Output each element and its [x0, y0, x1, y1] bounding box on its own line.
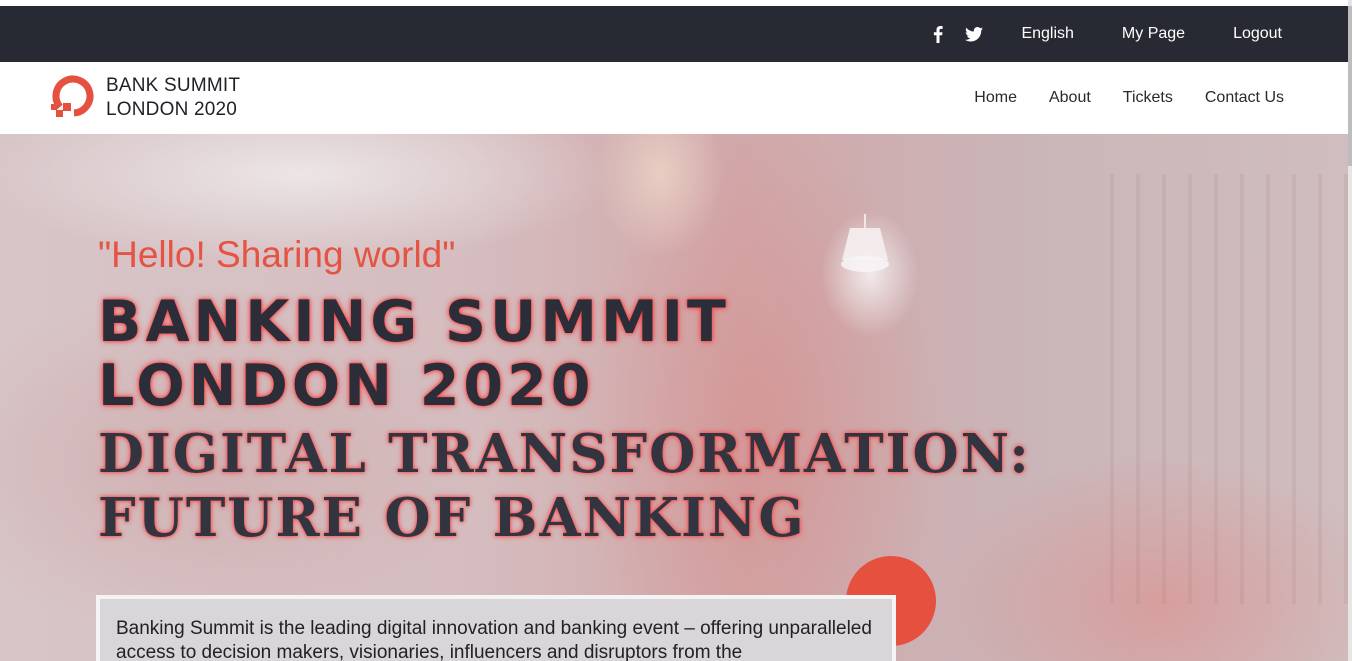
hero-subheadline: DIGITAL TRANSFORMATION: FUTURE OF BANKIN… [98, 422, 1198, 550]
hero-headline-line1: BANKING SUMMIT [98, 289, 730, 355]
hero-headline: BANKING SUMMIT LONDON 2020 [98, 290, 1058, 418]
logout-link[interactable]: Logout [1233, 25, 1282, 43]
hero-headline-line2: LONDON 2020 [98, 353, 595, 419]
primary-nav: Home About Tickets Contact Us [974, 89, 1284, 107]
nav-item-tickets[interactable]: Tickets [1123, 89, 1173, 107]
page: English My Page Logout BANK SUMMIT LONDO… [0, 0, 1352, 661]
logo-icon [50, 73, 96, 124]
nav-item-home[interactable]: Home [974, 89, 1017, 107]
hero-subheadline-line1: DIGITAL TRANSFORMATION: [98, 423, 1031, 485]
nav-item-contact-us[interactable]: Contact Us [1205, 89, 1284, 107]
intro-text-box: Banking Summit is the leading digital in… [96, 595, 896, 661]
top-utility-bar: English My Page Logout [0, 6, 1348, 62]
nav-item-about[interactable]: About [1049, 89, 1091, 107]
page-scrollbar[interactable] [1348, 0, 1352, 661]
hero-section: "Hello! Sharing world" BANKING SUMMIT LO… [0, 134, 1348, 661]
twitter-icon[interactable] [965, 26, 984, 42]
my-page-link[interactable]: My Page [1122, 25, 1185, 43]
brand-name: BANK SUMMIT LONDON 2020 [106, 74, 240, 122]
brand-name-line2: LONDON 2020 [106, 99, 238, 120]
intro-paragraph: Banking Summit is the leading digital in… [116, 618, 872, 661]
brand-logo-link[interactable]: BANK SUMMIT LONDON 2020 [50, 73, 240, 124]
brand-name-line1: BANK SUMMIT [106, 75, 241, 96]
social-links [933, 25, 984, 43]
facebook-icon[interactable] [933, 25, 944, 43]
hero-quote: "Hello! Sharing world" [98, 234, 456, 275]
main-navbar: BANK SUMMIT LONDON 2020 Home About Ticke… [0, 62, 1348, 134]
language-selector[interactable]: English [1021, 25, 1073, 43]
hero-subheadline-line2: FUTURE OF BANKING [98, 487, 806, 549]
scrollbar-thumb[interactable] [1348, 6, 1352, 166]
